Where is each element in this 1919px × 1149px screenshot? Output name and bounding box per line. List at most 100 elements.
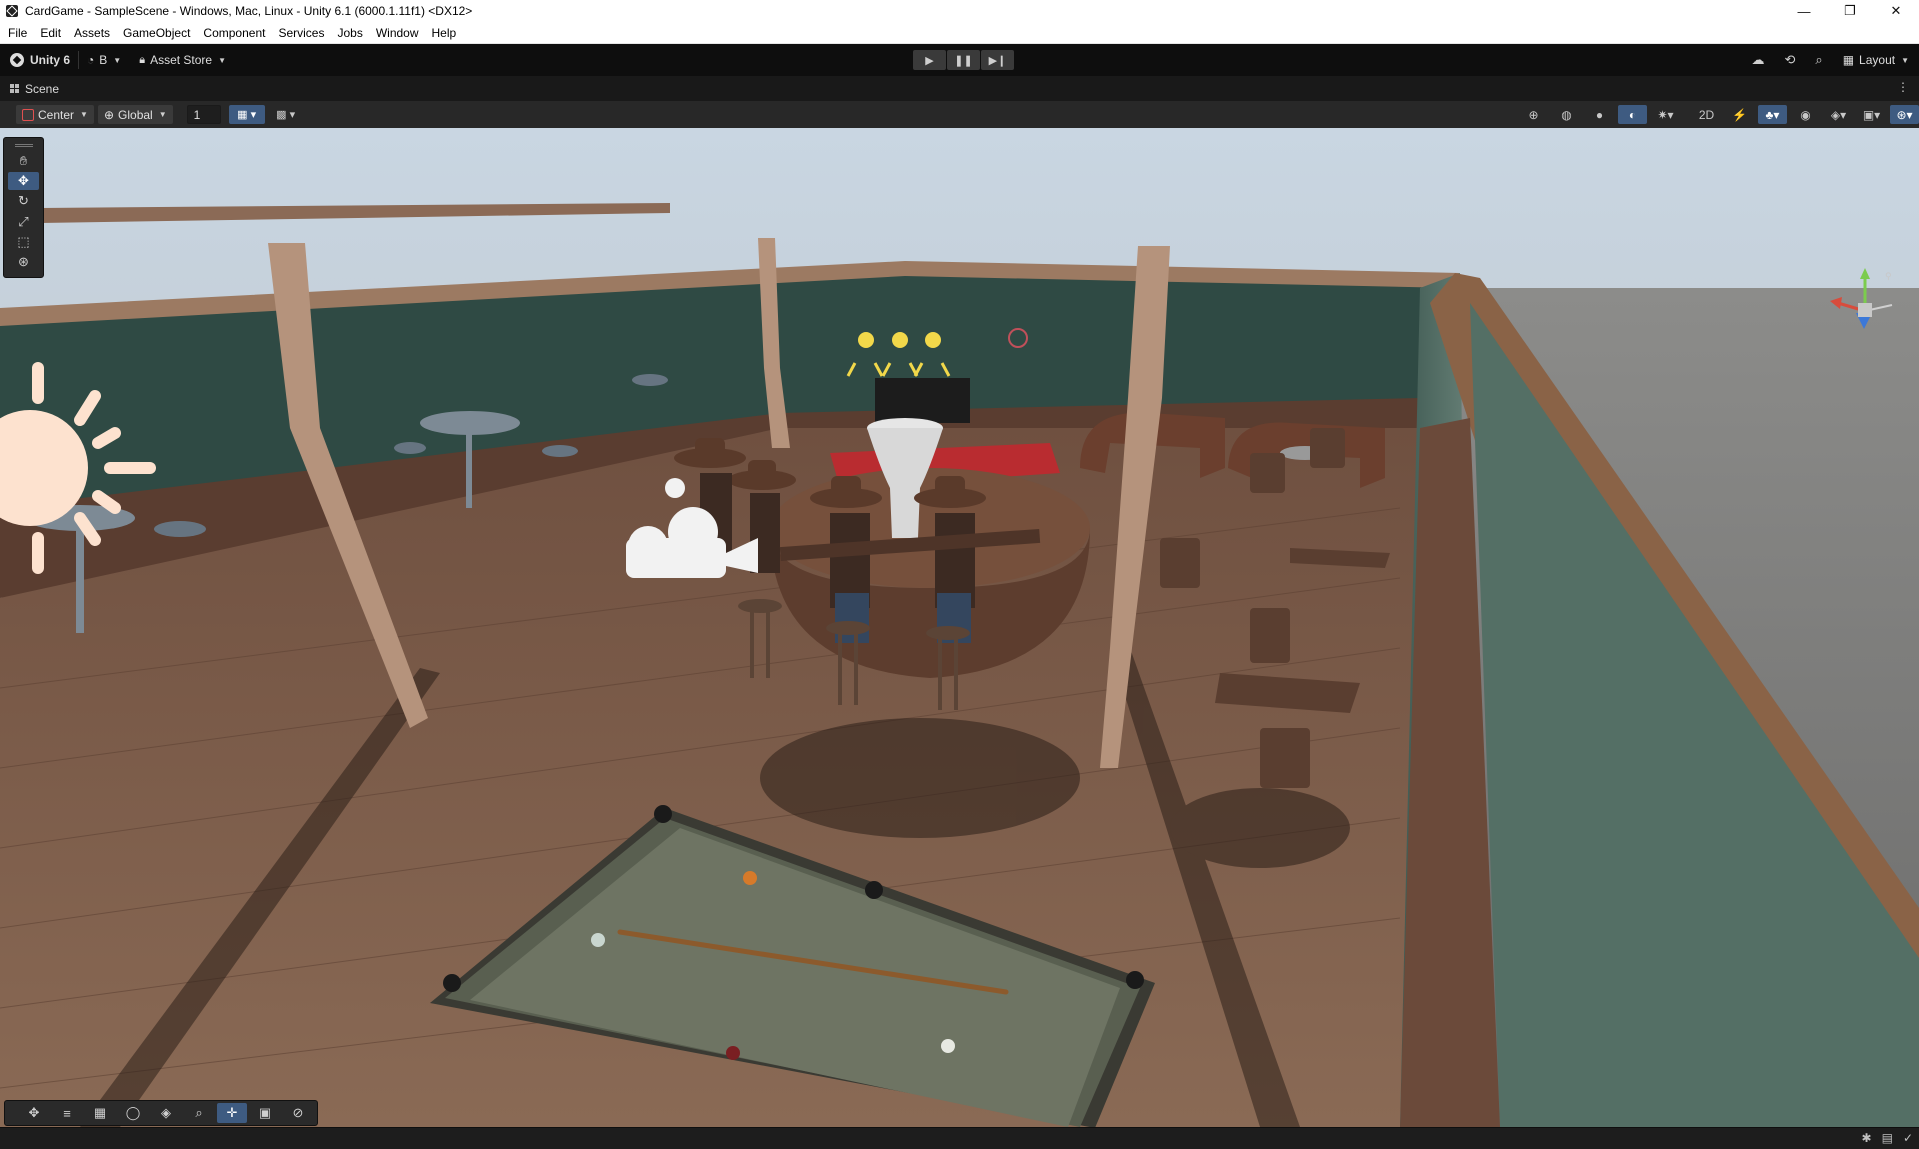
transform-tool-icon[interactable]: ⊛ xyxy=(8,254,39,271)
chevron-down-icon: ▼ xyxy=(218,55,227,65)
window-title: CardGame - SampleScene - Windows, Mac, L… xyxy=(25,4,473,18)
grid-visibility-button[interactable]: ▦ ▾ xyxy=(228,105,265,124)
hidden-objects-icon[interactable]: ◉ xyxy=(1791,105,1820,124)
scene-grid-icon xyxy=(10,84,19,93)
tab-scene-label: Scene xyxy=(25,81,60,96)
layout-icon: ▦ xyxy=(1842,53,1855,67)
camera-preview-icon[interactable]: ▣ xyxy=(250,1103,280,1123)
pivot-icon xyxy=(22,108,34,121)
asset-store-label: Asset Store xyxy=(150,53,213,67)
piano xyxy=(875,378,970,423)
chevron-down-icon: ▼ xyxy=(113,55,122,65)
toolbar-right: ☁ ⟲ ⌕ ▦ Layout ▼ xyxy=(1752,44,1909,76)
grid-icon[interactable]: ▦ xyxy=(85,1103,115,1123)
scene-orientation-gizmo[interactable]: ⚲ xyxy=(1820,263,1910,363)
unlit-shading-icon[interactable]: ● xyxy=(1585,105,1614,124)
pivot-mode-dropdown[interactable]: Center ▼ xyxy=(16,105,94,124)
menu-services[interactable]: Services xyxy=(278,26,331,40)
account-dropdown[interactable]: ◔ B ▼ xyxy=(87,53,121,67)
lit-shading-icon[interactable]: ◐ xyxy=(1618,105,1647,124)
status-bar: ✱ ▤ ✓ xyxy=(0,1127,1919,1149)
chevron-down-icon: ▼ xyxy=(80,110,88,119)
toolbar-divider xyxy=(78,51,80,69)
move-tool-icon[interactable]: ✥ xyxy=(8,172,39,190)
tab-scene[interactable]: Scene xyxy=(10,82,59,96)
play-button[interactable]: ▶ xyxy=(913,50,946,70)
pause-button[interactable]: ❚❚ xyxy=(947,50,980,70)
more-options-icon[interactable]: ⋮ xyxy=(1897,80,1909,94)
asset-store-dropdown[interactable]: 🔒︎ Asset Store ▼ xyxy=(139,53,226,67)
overlay-grip[interactable] xyxy=(14,144,33,147)
chevron-down-icon: ▼ xyxy=(158,110,167,119)
menu-file[interactable]: File xyxy=(8,26,34,40)
layers-icon[interactable]: ◈ xyxy=(151,1103,181,1123)
history-icon[interactable]: ⟲ xyxy=(1785,52,1796,68)
main-toolbar: Unity 6 ◔ B ▼ 🔒︎ Asset Store ▼ ▶ ❚❚ ▶❙ ☁… xyxy=(0,44,1919,76)
search-icon[interactable]: ⌕ xyxy=(1815,52,1822,68)
snap-grid-icon: ▩ ▾ xyxy=(276,109,296,121)
pause-icon: ❚❚ xyxy=(954,54,973,67)
grid-size-field[interactable]: 1 xyxy=(186,105,221,124)
minimize-button[interactable]: — xyxy=(1781,0,1827,22)
rotate-tool-icon[interactable]: ↻ xyxy=(8,193,39,210)
layers-dropdown-icon[interactable]: ◈▾ xyxy=(1824,105,1853,124)
maximize-button[interactable]: ❐ xyxy=(1827,0,1873,22)
unity-version-label: Unity 6 xyxy=(30,53,71,67)
cloud-icon[interactable]: ☁ xyxy=(1752,52,1765,68)
orientation-icon[interactable]: ◯ xyxy=(118,1103,148,1123)
account-label: B xyxy=(99,53,108,67)
shaded-wireframe-icon[interactable]: ◍ xyxy=(1552,105,1581,124)
step-button[interactable]: ▶❙ xyxy=(981,50,1014,70)
check-icon[interactable]: ✓ xyxy=(1903,1131,1913,1145)
menu-window[interactable]: Window xyxy=(376,26,426,40)
unity-app-icon xyxy=(6,5,18,17)
grid-icon: ▦ ▾ xyxy=(237,109,257,121)
unity-logo-icon xyxy=(10,53,24,67)
grid-snapping-button[interactable]: ▩ ▾ xyxy=(268,105,304,124)
wireframe-shading-icon[interactable]: ⊕ xyxy=(1519,105,1548,124)
lock-icon: 🔒︎ xyxy=(139,53,146,66)
scene-view-toolbar: Center ▼ ⊕ Global ▼ 1 ▦ ▾ ▩ ▾ ⊕ ◍ ● ◐ ✷▾… xyxy=(0,101,1919,128)
compass-icon[interactable]: ⊘ xyxy=(283,1103,313,1123)
scene-view-options: ⊕ ◍ ● ◐ ✷▾ 2D ⚡ ♣▾ ◉ ◈▾ ▣▾ ⊛▾ xyxy=(1519,105,1919,124)
close-button[interactable]: ✕ xyxy=(1873,0,1919,22)
lighting-toggle-icon[interactable]: ⚡ xyxy=(1725,105,1754,124)
menu-edit[interactable]: Edit xyxy=(40,26,68,40)
play-controls: ▶ ❚❚ ▶❙ xyxy=(913,50,1014,70)
step-icon: ▶❙ xyxy=(988,54,1007,67)
progress-icon[interactable]: ▤ xyxy=(1882,1131,1893,1145)
unity-account-button[interactable]: Unity 6 xyxy=(0,53,70,67)
window-title-bar: CardGame - SampleScene - Windows, Mac, L… xyxy=(0,0,1919,22)
layout-label: Layout xyxy=(1859,53,1896,67)
hand-tool-icon[interactable]: ✋︎ xyxy=(8,152,39,169)
menu-help[interactable]: Help xyxy=(432,26,464,40)
camera-settings-icon[interactable]: ▣▾ xyxy=(1857,105,1886,124)
transform-icon[interactable]: ≡ xyxy=(52,1103,82,1123)
pivot-rotation-label: Global xyxy=(118,107,153,122)
pivot-rotation-dropdown[interactable]: ⊕ Global ▼ xyxy=(97,105,173,124)
globe-icon: ⊕ xyxy=(103,107,115,122)
scale-tool-icon[interactable]: ⤢ xyxy=(8,213,39,230)
pivot-mode-label: Center xyxy=(38,107,75,122)
2d-toggle-icon[interactable]: 2D xyxy=(1692,105,1721,124)
scene-render xyxy=(0,128,1919,1127)
menu-assets[interactable]: Assets xyxy=(74,26,117,40)
tools-overlay: ✋︎ ✥ ↻ ⤢ ⬚ ⊛ xyxy=(3,137,44,278)
menu-jobs[interactable]: Jobs xyxy=(337,26,369,40)
zoom-icon[interactable]: ⌕ xyxy=(184,1103,214,1123)
menu-component[interactable]: Component xyxy=(203,26,272,40)
stage-lights xyxy=(858,332,941,348)
layout-dropdown[interactable]: ▦ Layout ▼ xyxy=(1843,53,1909,67)
gizmos-dropdown-icon[interactable]: ⊛▾ xyxy=(1890,105,1919,124)
debug-icon[interactable]: ✱ xyxy=(1862,1131,1872,1145)
pan-icon[interactable]: ✛ xyxy=(217,1103,247,1123)
scene-viewport[interactable]: ⚲ xyxy=(0,128,1919,1127)
account-icon: ◔ xyxy=(87,53,95,67)
draw-mode-dropdown-icon[interactable]: ✷▾ xyxy=(1651,105,1680,124)
scene-overlay-toolbar: ✥ ≡ ▦ ◯ ◈ ⌕ ✛ ▣ ⊘ xyxy=(4,1100,318,1126)
rect-tool-icon[interactable]: ⬚ xyxy=(8,233,39,250)
effects-dropdown-icon[interactable]: ♣▾ xyxy=(1758,105,1787,124)
menu-gameobject[interactable]: GameObject xyxy=(123,26,197,40)
move-tool-icon[interactable]: ✥ xyxy=(19,1103,49,1123)
svg-text:⚲: ⚲ xyxy=(1885,272,1892,282)
